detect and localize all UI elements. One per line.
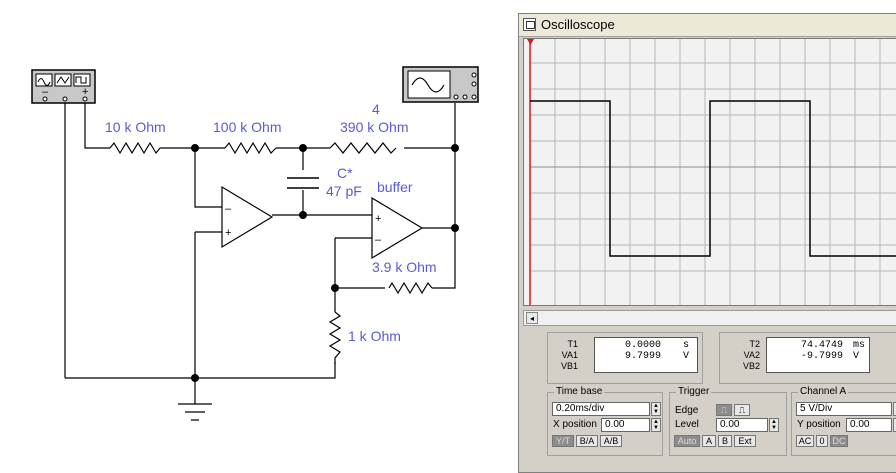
xpos-label: X position: [553, 419, 597, 430]
t2-value: 74.4749: [800, 340, 843, 351]
resistor-390k: [329, 142, 397, 154]
scroll-left-arrow[interactable]: ◂: [526, 312, 538, 324]
label-r-1k: 1 k Ohm: [348, 328, 401, 344]
trigger-auto-button[interactable]: Auto: [674, 435, 700, 447]
level-label: Level: [675, 419, 699, 430]
cursor-readout-1: T1 VA1 VB1 0.0000 s 9.7999 V: [547, 332, 703, 384]
trigger-a-button[interactable]: A: [702, 435, 716, 447]
xpos-spinner[interactable]: ▲ ▼: [651, 418, 661, 432]
timebase-spinner[interactable]: ▲ ▼: [651, 402, 661, 416]
cursor-readout-2: T2 VA2 VB2 74.4749 ms -9.7999 V: [719, 332, 896, 384]
opamp-buffer: [371, 196, 424, 260]
trigger-b-button[interactable]: B: [718, 435, 732, 447]
wire-divider-bottom: [65, 362, 336, 379]
ypos-label: Y position: [797, 419, 841, 430]
svg-text:–: –: [42, 86, 49, 98]
ba-button[interactable]: B/A: [576, 435, 598, 447]
va2-value: -9.7999: [800, 351, 843, 362]
va2-label: VA2: [743, 350, 760, 360]
buffer-minus-sign: –: [375, 234, 382, 246]
coupling-zero-button[interactable]: 0: [816, 435, 828, 447]
coupling-ac-button[interactable]: AC: [796, 435, 814, 447]
label-buffer: buffer: [377, 179, 413, 195]
t2-label: T2: [749, 339, 760, 349]
label-cap-value: 47 pF: [326, 183, 362, 199]
label-r-3k9: 3.9 k Ohm: [372, 259, 437, 275]
time-scrollbar[interactable]: ◂: [523, 310, 896, 326]
label-r-100k: 100 k Ohm: [213, 119, 281, 135]
va1-value: 9.7999: [624, 351, 661, 362]
va1-unit: V: [682, 351, 689, 362]
oscilloscope-title: Oscilloscope: [541, 17, 615, 32]
cursor-2-values: 74.4749 ms -9.7999 V: [766, 337, 870, 373]
label-r-390k-ref: 4: [372, 101, 380, 117]
oscilloscope-window: Oscilloscope ◂ T1 VA1 VB1 0.0000 s 9.799…: [518, 13, 896, 473]
va1-label: VA1: [561, 350, 578, 360]
channel-a-title: Channel A: [798, 386, 849, 397]
resistor-3k9: [388, 281, 433, 295]
channel-a-scale-field[interactable]: 5 V/Div: [796, 402, 892, 416]
label-r-390k: 390 k Ohm: [340, 119, 408, 135]
va2-unit: V: [852, 351, 859, 362]
opamp1-minus-sign: –: [225, 203, 232, 215]
oscilloscope-window-icon: [523, 18, 536, 31]
edge-falling-button[interactable]: ⎍: [734, 404, 750, 416]
oscilloscope-trace-area: [527, 39, 896, 305]
edge-rising-button[interactable]: ⎍: [716, 404, 732, 416]
vb1-label: VB1: [560, 361, 578, 371]
resistor-10k: [109, 141, 161, 155]
circuit-schematic: – + 10 k Ohm 100 k Ohm 4 390 k Ohm C* 47…: [31, 66, 479, 421]
t1-unit: s: [682, 340, 689, 351]
waveform-channel-a: [530, 100, 896, 257]
edge-label: Edge: [675, 405, 699, 416]
yt-button[interactable]: Y/T: [552, 435, 574, 447]
coupling-dc-button[interactable]: DC: [830, 435, 848, 447]
vb2-label: VB2: [742, 361, 760, 371]
level-input[interactable]: 0.00: [716, 418, 768, 432]
channel-a-group: Channel A 5 V/Div ▲▼ Y position 0.00 ▲▼ …: [791, 386, 896, 456]
cursor-1-values: 0.0000 s 9.7999 V: [594, 337, 698, 373]
t2-unit: ms: [852, 340, 865, 351]
label-cap-ref: C*: [337, 165, 353, 181]
oscilloscope-icon: [402, 66, 479, 103]
trigger-ext-button[interactable]: Ext: [734, 435, 756, 447]
timebase-scale-field[interactable]: 0.20ms/div: [552, 402, 650, 416]
level-spinner[interactable]: ▲ ▼: [769, 418, 779, 432]
svg-text:+: +: [82, 86, 88, 98]
xpos-input[interactable]: 0.00: [601, 418, 650, 432]
t1-value: 0.0000: [624, 340, 661, 351]
ground-symbol: [178, 403, 212, 421]
wire-390k-scope: [404, 103, 456, 149]
ab-button[interactable]: A/B: [600, 435, 622, 447]
trigger-group: Trigger Edge ⎍ ⎍ Level 0.00 ▲ ▼ Auto A B …: [669, 386, 787, 456]
resistor-100k: [224, 141, 277, 155]
timebase-group: Time base 0.20ms/div ▲ ▼ X position 0.00 …: [547, 386, 663, 456]
buffer-plus-sign: +: [375, 213, 381, 225]
t1-label: T1: [567, 339, 578, 349]
label-r-10k: 10 k Ohm: [105, 119, 166, 135]
cursor-1-handle: [527, 39, 534, 45]
resistor-1k: [328, 311, 342, 364]
capacitor-c: [287, 177, 319, 189]
oscilloscope-title-bar[interactable]: Oscilloscope: [519, 14, 896, 37]
opamp1-plus-sign: +: [225, 227, 231, 239]
timebase-title: Time base: [554, 386, 605, 397]
trigger-title: Trigger: [676, 386, 712, 397]
oscilloscope-screen: [523, 38, 896, 306]
ypos-input[interactable]: 0.00: [846, 418, 892, 432]
wire-inv-input: [194, 148, 222, 208]
